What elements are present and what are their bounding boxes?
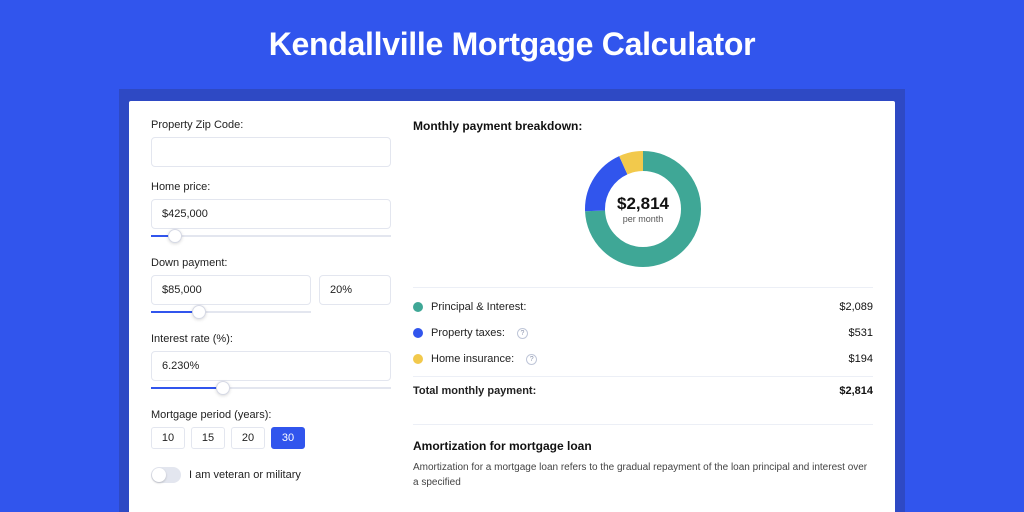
legend-dot-icon xyxy=(413,328,423,338)
legend-label: Property taxes: xyxy=(431,327,505,339)
period-label: Mortgage period (years): xyxy=(151,409,391,421)
period-btn-30[interactable]: 30 xyxy=(271,427,305,449)
down-payment-group: Down payment: xyxy=(151,257,391,319)
amortization-section: Amortization for mortgage loan Amortizat… xyxy=(413,424,873,490)
legend-value: $531 xyxy=(849,327,873,339)
zip-input[interactable] xyxy=(151,137,391,167)
home-price-input[interactable] xyxy=(151,199,391,229)
legend-row-property-taxes: Property taxes:? $531 xyxy=(413,320,873,346)
legend-row-principal-interest: Principal & Interest: $2,089 xyxy=(413,294,873,320)
donut-wrap: $2,814 per month xyxy=(413,143,873,277)
help-icon[interactable]: ? xyxy=(526,354,537,365)
period-group: Mortgage period (years): 10 15 20 30 xyxy=(151,409,391,449)
amort-title: Amortization for mortgage loan xyxy=(413,439,873,453)
interest-group: Interest rate (%): xyxy=(151,333,391,395)
legend-dot-icon xyxy=(413,354,423,364)
page-title: Kendallville Mortgage Calculator xyxy=(0,0,1024,89)
donut-sub: per month xyxy=(623,214,664,224)
total-label: Total monthly payment: xyxy=(413,385,536,397)
home-price-label: Home price: xyxy=(151,181,391,193)
down-payment-input[interactable] xyxy=(151,275,311,305)
interest-slider[interactable] xyxy=(151,381,391,395)
breakdown-panel: Monthly payment breakdown: $2,814 per mo… xyxy=(413,119,873,512)
down-payment-slider[interactable] xyxy=(151,305,311,319)
donut-chart: $2,814 per month xyxy=(583,149,703,269)
veteran-row: I am veteran or military xyxy=(151,467,391,483)
interest-input[interactable] xyxy=(151,351,391,381)
zip-group: Property Zip Code: xyxy=(151,119,391,167)
period-btn-20[interactable]: 20 xyxy=(231,427,265,449)
form-panel: Property Zip Code: Home price: Down paym… xyxy=(151,119,391,512)
help-icon[interactable]: ? xyxy=(517,328,528,339)
veteran-toggle[interactable] xyxy=(151,467,181,483)
legend-value: $2,089 xyxy=(839,301,873,313)
legend-label: Principal & Interest: xyxy=(431,301,526,313)
total-row: Total monthly payment: $2,814 xyxy=(413,376,873,404)
legend-row-home-insurance: Home insurance:? $194 xyxy=(413,346,873,372)
down-payment-label: Down payment: xyxy=(151,257,391,269)
amort-body: Amortization for a mortgage loan refers … xyxy=(413,461,873,490)
legend: Principal & Interest: $2,089 Property taxe… xyxy=(413,294,873,372)
zip-label: Property Zip Code: xyxy=(151,119,391,131)
period-row: 10 15 20 30 xyxy=(151,427,391,449)
home-price-group: Home price: xyxy=(151,181,391,243)
total-value: $2,814 xyxy=(839,385,873,397)
down-payment-pct-input[interactable] xyxy=(319,275,391,305)
calculator-card: Property Zip Code: Home price: Down paym… xyxy=(129,101,895,512)
period-btn-10[interactable]: 10 xyxy=(151,427,185,449)
legend-dot-icon xyxy=(413,302,423,312)
legend-label: Home insurance: xyxy=(431,353,514,365)
home-price-slider[interactable] xyxy=(151,229,391,243)
interest-label: Interest rate (%): xyxy=(151,333,391,345)
legend-value: $194 xyxy=(849,353,873,365)
card-backdrop: Property Zip Code: Home price: Down paym… xyxy=(119,89,905,512)
donut-amount: $2,814 xyxy=(617,194,669,214)
breakdown-title: Monthly payment breakdown: xyxy=(413,119,873,133)
veteran-label: I am veteran or military xyxy=(189,469,301,481)
period-btn-15[interactable]: 15 xyxy=(191,427,225,449)
